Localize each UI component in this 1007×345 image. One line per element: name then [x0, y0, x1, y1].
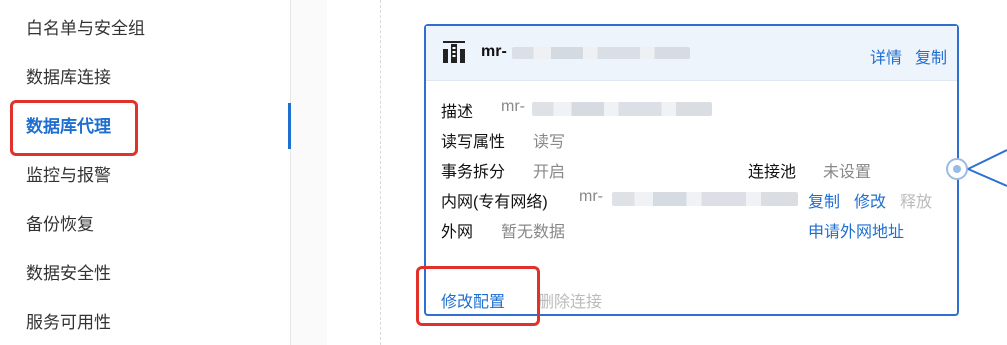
connector-handle[interactable] [946, 158, 968, 180]
release-private-addr-link[interactable]: 释放 [900, 188, 932, 212]
conn-pool-label: 连接池 [748, 164, 797, 181]
gutter [291, 0, 327, 345]
redacted-description [532, 102, 712, 116]
highlight-box-modify-config [416, 266, 540, 326]
redacted-name [512, 47, 690, 59]
sidebar-item-data-security[interactable]: 数据安全性 [26, 262, 111, 286]
modify-private-addr-link[interactable]: 修改 [854, 188, 886, 212]
public-net-label: 外网 [441, 224, 474, 241]
delete-connection-link[interactable]: 删除连接 [538, 288, 602, 312]
sidebar-item-backup[interactable]: 备份恢复 [26, 213, 94, 237]
rw-attr-label: 读写属性 [441, 134, 506, 151]
description-value: mr- [501, 98, 525, 115]
database-icon [443, 41, 465, 63]
rw-attr-value: 读写 [533, 134, 566, 151]
copy-name-link[interactable]: 复制 [915, 44, 947, 68]
card-header: mr- 详情 复制 [426, 26, 957, 81]
redacted-private-addr [612, 192, 798, 206]
proxy-name: mr- [481, 43, 507, 60]
description-label: 描述 [441, 104, 474, 121]
highlight-box-sidebar [10, 100, 138, 156]
private-net-value: mr- [579, 188, 603, 205]
detail-link[interactable]: 详情 [870, 44, 902, 68]
apply-public-addr-link[interactable]: 申请外网地址 [808, 218, 904, 242]
tx-split-value: 开启 [533, 164, 566, 181]
public-net-value: 暂无数据 [501, 224, 566, 241]
sidebar-item-db-connection[interactable]: 数据库连接 [26, 66, 111, 90]
dashed-divider [380, 0, 381, 345]
sidebar-item-whitelist[interactable]: 白名单与安全组 [26, 17, 145, 41]
tx-split-label: 事务拆分 [441, 164, 506, 181]
sidebar-item-availability[interactable]: 服务可用性 [26, 311, 111, 335]
connector-dot [953, 165, 961, 173]
sidebar: 白名单与安全组 数据库连接 数据库代理 监控与报警 备份恢复 数据安全性 服务可… [0, 0, 291, 345]
private-net-label: 内网(专有网络) [441, 194, 548, 211]
copy-private-addr-link[interactable]: 复制 [808, 188, 840, 212]
sidebar-item-monitoring[interactable]: 监控与报警 [26, 164, 111, 188]
conn-pool-value: 未设置 [823, 164, 872, 181]
